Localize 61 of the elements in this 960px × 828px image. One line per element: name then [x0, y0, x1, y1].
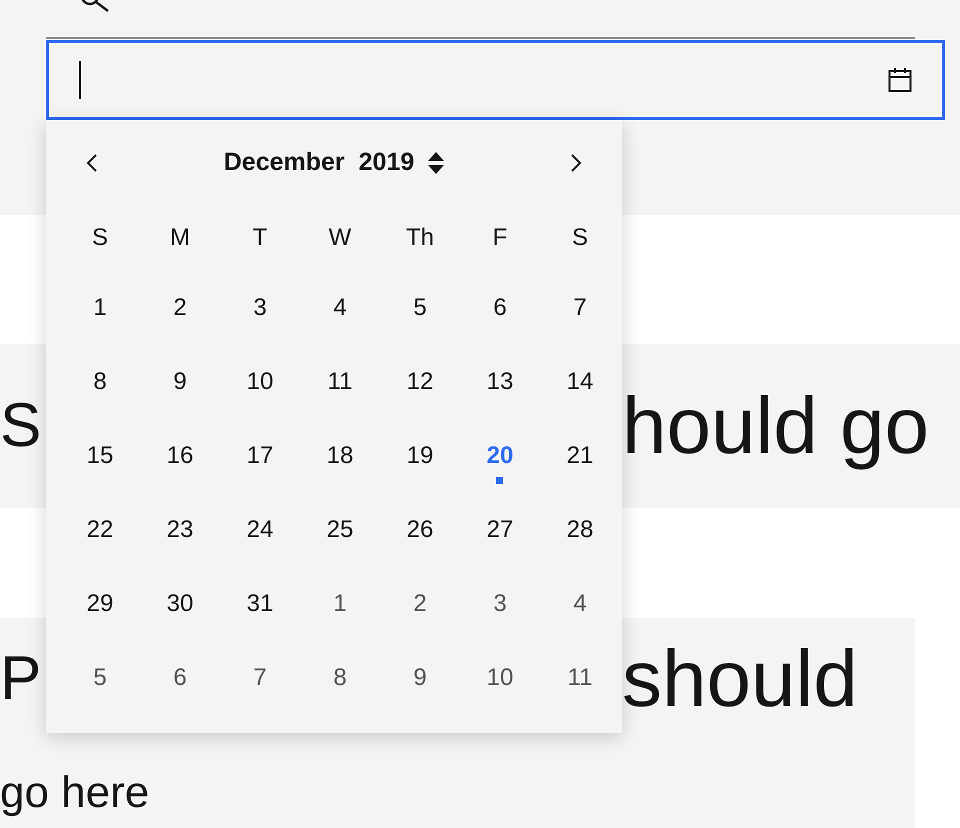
calendar-day[interactable]: 2: [173, 290, 187, 326]
panel-text: S: [0, 391, 42, 460]
calendar-day[interactable]: 28: [566, 512, 594, 548]
calendar-day[interactable]: 1: [333, 586, 347, 622]
calendar-day[interactable]: 10: [486, 660, 514, 696]
calendar-day[interactable]: 16: [166, 438, 194, 474]
panel-text: should: [622, 639, 858, 719]
calendar-day[interactable]: 5: [93, 660, 107, 696]
calendar-day[interactable]: 6: [493, 290, 507, 326]
date-input-field[interactable]: [46, 40, 945, 120]
panel-text: P: [0, 644, 42, 713]
weekday-label: S: [92, 223, 108, 253]
calendar-day[interactable]: 2: [413, 586, 427, 622]
calendar-day[interactable]: 9: [173, 364, 187, 400]
calendar-day[interactable]: 15: [86, 438, 114, 474]
calendar-day[interactable]: 19: [406, 438, 434, 474]
calendar-day[interactable]: 1: [93, 290, 107, 326]
calendar-day[interactable]: 24: [246, 512, 274, 548]
year-input[interactable]: 2019: [358, 144, 414, 182]
calendar-day[interactable]: 13: [486, 364, 514, 400]
previous-month-icon[interactable]: [86, 152, 98, 172]
calendar-day[interactable]: 30: [166, 586, 194, 622]
calendar-day[interactable]: 11: [568, 660, 592, 696]
calendar-day[interactable]: 4: [333, 290, 347, 326]
calendar-day[interactable]: 22: [86, 512, 114, 548]
weekday-label: M: [170, 223, 190, 253]
weekday-label: Th: [406, 223, 434, 253]
calendar-day[interactable]: 14: [566, 364, 594, 400]
calendar-day[interactable]: 27: [486, 512, 514, 548]
panel-text: go here: [0, 770, 150, 816]
weekday-label: T: [252, 223, 268, 253]
calendar-day[interactable]: 23: [166, 512, 194, 548]
calendar-day[interactable]: 3: [253, 290, 267, 326]
calendar-day[interactable]: 7: [253, 660, 267, 696]
weekday-label: S: [572, 223, 588, 253]
calendar-day[interactable]: 6: [173, 660, 187, 696]
calendar-day[interactable]: 29: [86, 586, 114, 622]
calendar-day[interactable]: 8: [333, 660, 347, 696]
calendar-day[interactable]: 11: [328, 364, 352, 400]
calendar-day[interactable]: 18: [326, 438, 354, 474]
weekday-label: F: [492, 223, 508, 253]
calendar-day[interactable]: 21: [566, 438, 594, 474]
calendar-day[interactable]: 31: [246, 586, 274, 622]
calendar-day[interactable]: 17: [246, 438, 274, 474]
calendar-day[interactable]: 9: [413, 660, 427, 696]
weekday-label: W: [328, 223, 352, 253]
calendar-icon[interactable]: [888, 67, 912, 93]
calendar-day[interactable]: 8: [93, 364, 107, 400]
next-month-icon[interactable]: [570, 152, 582, 172]
year-stepper-icon[interactable]: [428, 150, 444, 174]
calendar-day[interactable]: 3: [493, 586, 507, 622]
calendar-day[interactable]: 10: [246, 364, 274, 400]
calendar-day[interactable]: 4: [573, 586, 587, 622]
calendar-day[interactable]: 26: [406, 512, 434, 548]
month-label: December: [224, 146, 345, 178]
today-marker: [496, 477, 504, 484]
calendar-day[interactable]: 5: [413, 290, 427, 326]
calendar-day[interactable]: 20: [486, 438, 514, 474]
calendar-day[interactable]: 12: [406, 364, 434, 400]
calendar-day[interactable]: 7: [573, 290, 587, 326]
calendar-day[interactable]: 25: [326, 512, 354, 548]
